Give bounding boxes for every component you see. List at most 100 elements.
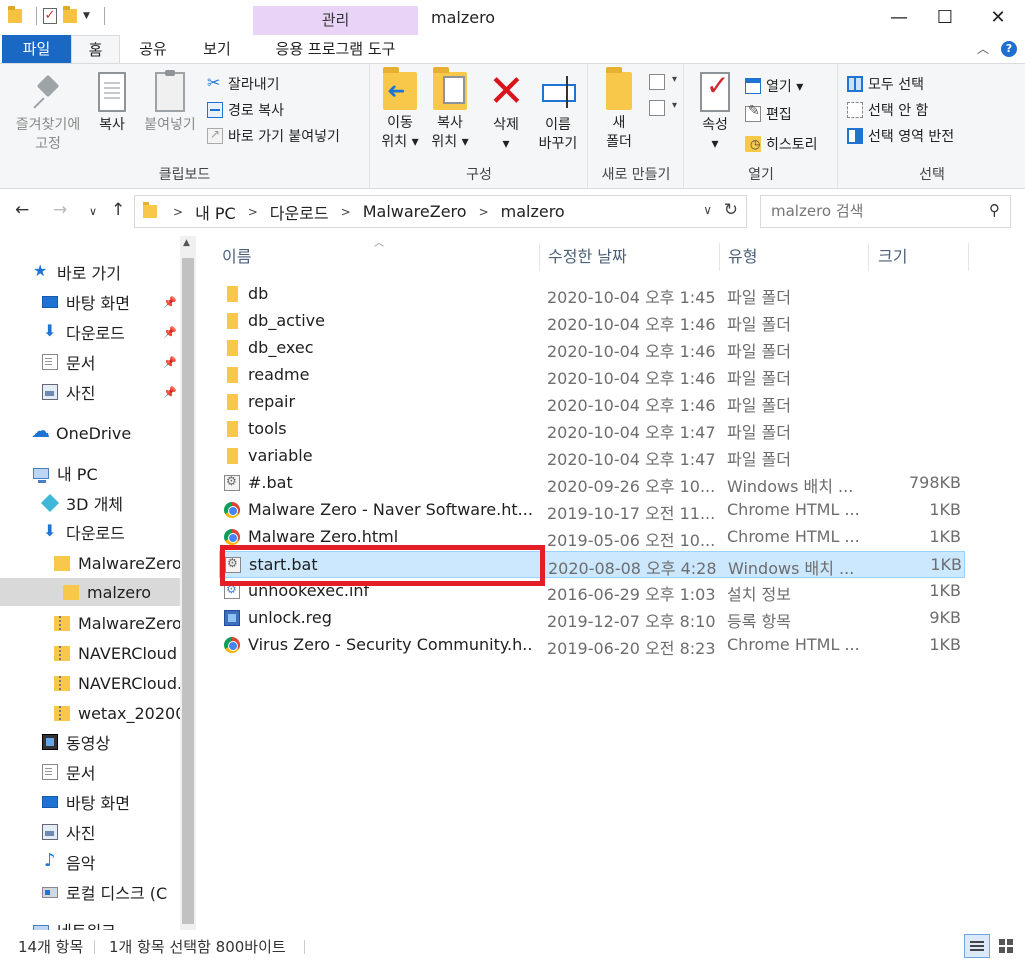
nav-item-videos[interactable]: 동영상 xyxy=(0,728,180,756)
nav-item-downloads[interactable]: 다운로드 📌 xyxy=(0,318,180,346)
nav-item-documents[interactable]: 문서 📌 xyxy=(0,348,180,376)
column-header-date[interactable]: 수정한 날짜 xyxy=(548,243,720,271)
recent-locations-chevron-icon[interactable]: ∨ xyxy=(89,205,97,218)
nav-item-quick-access[interactable]: 바로 가기 xyxy=(0,258,180,286)
scroll-up-icon[interactable]: ▲ xyxy=(183,238,190,248)
file-row[interactable]: unhookexec.inf 2016-06-29 오후 1:03 설치 정보 … xyxy=(219,578,965,605)
nav-item-desktop[interactable]: 바탕 화면 📌 xyxy=(0,288,180,316)
paste-button[interactable]: 붙여넣기 xyxy=(138,70,202,135)
file-name: start.bat xyxy=(249,555,318,574)
new-folder-button[interactable]: 새 폴더 xyxy=(599,67,639,152)
copy-to-button[interactable]: 복사 위치 ▾ xyxy=(427,67,473,152)
file-row[interactable]: variable 2020-10-04 오후 1:47 파일 폴더 xyxy=(219,443,965,470)
column-header-type[interactable]: 유형 xyxy=(728,243,869,271)
file-row[interactable]: Malware Zero - Naver Software.ht... 2019… xyxy=(219,497,965,524)
folder-icon[interactable] xyxy=(8,6,22,23)
file-row[interactable]: unlock.reg 2019-12-07 오후 8:10 등록 항목 9KB xyxy=(219,605,965,632)
new-folder-icon[interactable] xyxy=(63,6,77,23)
easy-access-icon[interactable] xyxy=(649,100,677,116)
cut-button[interactable]: 잘라내기 xyxy=(207,72,280,96)
address-bar[interactable]: > 내 PC > 다운로드 > MalwareZero > malzero ∨ … xyxy=(134,195,747,228)
search-input[interactable] xyxy=(771,202,971,220)
search-icon[interactable]: ⚲ xyxy=(989,201,1000,219)
address-dropdown-chevron-icon[interactable]: ∨ xyxy=(703,203,712,217)
delete-button[interactable]: ✕ 삭제 ▾ xyxy=(483,70,529,154)
breadcrumb-separator-icon[interactable]: > xyxy=(475,205,493,219)
nav-item-documents-pc[interactable]: 문서 xyxy=(0,758,180,786)
forward-arrow-icon[interactable]: → xyxy=(53,200,67,220)
help-icon[interactable]: ? xyxy=(1001,40,1017,57)
file-row[interactable]: db_active 2020-10-04 오후 1:46 파일 폴더 xyxy=(219,308,965,335)
edit-button[interactable]: 편집 xyxy=(745,102,792,126)
file-row[interactable]: Virus Zero - Security Community.h... 201… xyxy=(219,632,965,659)
tab-file[interactable]: 파일 xyxy=(2,35,71,63)
properties-check-icon[interactable]: ✓ xyxy=(43,8,57,24)
nav-item-wetax[interactable]: wetax_202008 xyxy=(0,699,180,727)
search-box[interactable]: ⚲ xyxy=(760,195,1011,228)
breadcrumb-downloads[interactable]: 다운로드 xyxy=(262,200,337,224)
nav-item-downloads-pc[interactable]: 다운로드 xyxy=(0,518,180,546)
column-header-name[interactable]: 이름 xyxy=(222,243,540,271)
pin-to-quick-access-button[interactable]: 즐겨찾기에 고정 xyxy=(8,72,88,154)
move-to-button[interactable]: 이동 위치 ▾ xyxy=(377,67,423,152)
nav-item-pictures-pc[interactable]: 사진 xyxy=(0,818,180,846)
nav-item-pictures[interactable]: 사진 📌 xyxy=(0,378,180,406)
customize-toolbar-chevron-icon[interactable]: ▼ xyxy=(83,11,90,21)
breadcrumb-malzero[interactable]: malzero xyxy=(493,202,573,221)
nav-item-navercloud-2[interactable]: NAVERCloud. xyxy=(0,669,180,697)
select-all-button[interactable]: 모두 선택 xyxy=(847,72,924,96)
column-header-size[interactable]: 크기 xyxy=(878,243,969,271)
tab-application-tools[interactable]: 응용 프로그램 도구 xyxy=(253,35,418,63)
file-row[interactable]: tools 2020-10-04 오후 1:47 파일 폴더 xyxy=(219,416,965,443)
nav-item-3d-objects[interactable]: 3D 개체 xyxy=(0,489,180,517)
nav-item-malwarezero[interactable]: MalwareZero xyxy=(0,549,180,577)
copy-path-button[interactable]: 경로 복사 xyxy=(207,98,284,122)
toolbar-divider xyxy=(103,7,105,25)
file-row[interactable]: Malware Zero.html 2019-05-06 오전 10... Ch… xyxy=(219,524,965,551)
file-row[interactable]: repair 2020-10-04 오후 1:46 파일 폴더 xyxy=(219,389,965,416)
open-button[interactable]: 열기 ▾ xyxy=(745,74,803,98)
nav-item-local-disk[interactable]: 로컬 디스크 (C xyxy=(0,878,180,906)
nav-item-navercloud[interactable]: NAVERCloud xyxy=(0,639,180,667)
nav-item-music[interactable]: 음악 xyxy=(0,848,180,876)
rename-button[interactable]: 이름 바꾸기 xyxy=(533,72,583,154)
invert-selection-button[interactable]: 선택 영역 반전 xyxy=(847,124,954,148)
up-arrow-icon[interactable]: ↑ xyxy=(111,200,125,220)
file-row[interactable]: db_exec 2020-10-04 오후 1:46 파일 폴더 xyxy=(219,335,965,362)
scrollbar-thumb[interactable] xyxy=(182,258,194,924)
breadcrumb-separator-icon[interactable]: > xyxy=(337,205,355,219)
breadcrumb-malwarezero[interactable]: MalwareZero xyxy=(355,202,475,221)
copy-button[interactable]: 복사 xyxy=(92,72,132,135)
select-none-button[interactable]: 선택 안 함 xyxy=(847,98,928,122)
file-row[interactable]: #.bat 2020-09-26 오후 10... Windows 배치 ...… xyxy=(219,470,965,497)
minimize-button[interactable]: — xyxy=(876,0,922,35)
nav-item-desktop-pc[interactable]: 바탕 화면 xyxy=(0,788,180,816)
paste-shortcut-button[interactable]: 바로 가기 붙여넣기 xyxy=(207,124,340,148)
tab-share[interactable]: 공유 xyxy=(125,35,181,63)
nav-pane-scrollbar[interactable]: ▲ ▼ xyxy=(180,236,196,930)
nav-item-malzero[interactable]: malzero xyxy=(0,578,180,606)
properties-button[interactable]: 속성 ▾ xyxy=(693,72,737,154)
file-row[interactable]: db 2020-10-04 오후 1:45 파일 폴더 xyxy=(219,281,965,308)
large-icons-view-icon[interactable] xyxy=(993,934,1019,958)
nav-item-this-pc[interactable]: 내 PC xyxy=(0,459,180,487)
tab-home[interactable]: 홈 xyxy=(71,35,120,63)
nav-item-malwarezero-zip[interactable]: MalwareZero. xyxy=(0,609,180,637)
tab-view[interactable]: 보기 xyxy=(187,35,247,63)
history-button[interactable]: 히스토리 xyxy=(745,132,818,156)
nav-item-network[interactable]: 네트워크 xyxy=(0,916,180,930)
context-tab-manage[interactable]: 관리 xyxy=(253,6,418,35)
back-arrow-icon[interactable]: ← xyxy=(15,200,29,220)
nav-item-onedrive[interactable]: OneDrive xyxy=(0,419,180,447)
close-button[interactable]: ✕ xyxy=(975,0,1021,35)
breadcrumb-separator-icon[interactable]: > xyxy=(244,205,262,219)
maximize-button[interactable]: ☐ xyxy=(922,0,968,35)
file-row-selected[interactable]: start.bat 2020-08-08 오후 4:28 Windows 배치 … xyxy=(219,551,965,578)
file-row[interactable]: readme 2020-10-04 오후 1:46 파일 폴더 xyxy=(219,362,965,389)
details-view-icon[interactable] xyxy=(964,934,990,958)
breadcrumb-pc[interactable]: 내 PC xyxy=(187,200,244,224)
refresh-icon[interactable]: ↻ xyxy=(724,200,738,220)
minimize-ribbon-chevron-icon[interactable]: ︿ xyxy=(977,40,989,57)
new-item-icon[interactable] xyxy=(649,74,677,90)
breadcrumb-separator-icon[interactable]: > xyxy=(169,205,187,219)
